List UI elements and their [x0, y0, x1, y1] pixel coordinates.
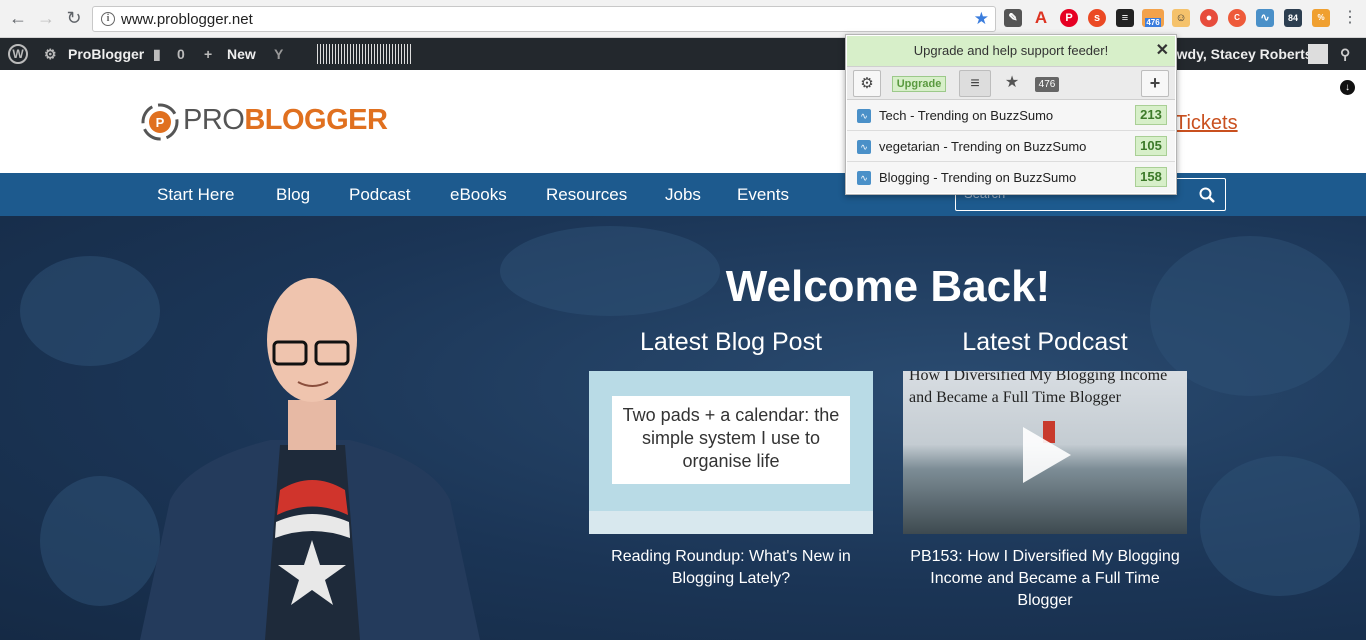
- desk-strip: [589, 511, 873, 534]
- buffer-icon[interactable]: ≡: [1116, 9, 1134, 27]
- site-logo[interactable]: PROBLOGGER: [183, 104, 388, 137]
- podcast-image-text: How I Diversified My Blogging Income and…: [909, 371, 1168, 406]
- feed-count-badge: 213: [1135, 105, 1167, 125]
- yoast-icon[interactable]: Y: [274, 46, 283, 62]
- rss-icon: ∿: [857, 171, 871, 185]
- plus-icon[interactable]: +: [204, 46, 212, 62]
- nav-blog[interactable]: Blog: [276, 185, 310, 205]
- extension-icon[interactable]: ✎: [1004, 9, 1022, 27]
- tomato-icon[interactable]: ●: [1200, 9, 1218, 27]
- latest-podcast-heading: Latest Podcast: [962, 328, 1128, 356]
- avatar[interactable]: [1308, 44, 1328, 64]
- feeder-popup: Upgrade and help support feeder! ✕ ⚙ Upg…: [845, 34, 1177, 195]
- search-icon[interactable]: [1199, 187, 1215, 203]
- address-bar[interactable]: i www.problogger.net ★: [92, 6, 996, 32]
- svg-text:P: P: [156, 115, 165, 130]
- dashboard-icon[interactable]: ⚙: [44, 46, 57, 63]
- upgrade-banner-text: Upgrade and help support feeder!: [913, 43, 1109, 58]
- list-view-icon[interactable]: ≡: [959, 70, 991, 97]
- deal-extension-icon[interactable]: %: [1312, 9, 1330, 27]
- nav-resources[interactable]: Resources: [546, 185, 627, 205]
- close-icon[interactable]: ✕: [1156, 36, 1169, 66]
- site-info-icon[interactable]: i: [101, 12, 115, 26]
- latest-blog-heading: Latest Blog Post: [639, 328, 823, 356]
- counter-extension-icon[interactable]: 84: [1284, 9, 1302, 27]
- feed-item[interactable]: ∿ Tech - Trending on BuzzSumo 213: [847, 100, 1175, 131]
- face-extension-icon[interactable]: ☺: [1172, 9, 1190, 27]
- comments-icon[interactable]: ▮: [153, 46, 161, 63]
- ext-badge: 84: [1287, 13, 1298, 23]
- latest-podcast-image[interactable]: How I Diversified My Blogging Income and…: [903, 371, 1187, 534]
- latest-podcast-caption[interactable]: PB153: How I Diversified My Blogging Inc…: [903, 546, 1187, 612]
- latest-blog-image[interactable]: Two pads + a calendar: the simple system…: [589, 371, 873, 534]
- add-feed-icon[interactable]: +: [1141, 70, 1169, 97]
- pinterest-icon[interactable]: P: [1060, 9, 1078, 27]
- problogger-logo-icon[interactable]: P: [140, 102, 180, 142]
- back-icon[interactable]: ←: [8, 8, 28, 28]
- feed-name: vegetarian - Trending on BuzzSumo: [879, 139, 1087, 154]
- forward-icon[interactable]: →: [36, 8, 56, 28]
- howdy-user-link[interactable]: Howdy, Stacey Roberts: [1158, 46, 1313, 62]
- site-name-link[interactable]: ProBlogger: [68, 46, 144, 62]
- unread-count: 476: [1034, 77, 1060, 92]
- new-content-link[interactable]: New: [227, 46, 256, 62]
- feed-item[interactable]: ∿ vegetarian - Trending on BuzzSumo 105: [847, 131, 1175, 162]
- rss-extension-icon[interactable]: ∿: [1256, 9, 1274, 27]
- wordpress-icon[interactable]: W: [8, 44, 28, 64]
- upgrade-button[interactable]: Upgrade: [891, 70, 947, 97]
- c-extension-icon[interactable]: C: [1228, 9, 1246, 27]
- stumbleupon-icon[interactable]: s: [1088, 9, 1106, 27]
- logo-pro: PRO: [183, 104, 245, 136]
- audio-waveform-icon: [317, 44, 413, 64]
- menu-icon[interactable]: ⋮: [1340, 8, 1360, 28]
- unread-counter[interactable]: 476: [1033, 70, 1061, 97]
- nav-events[interactable]: Events: [737, 185, 789, 205]
- feed-item[interactable]: ∿ Blogging - Trending on BuzzSumo 158: [847, 162, 1175, 193]
- acrobat-icon[interactable]: A: [1032, 9, 1050, 27]
- reload-icon[interactable]: ↻: [64, 8, 84, 28]
- hero-title: Welcome Back!: [725, 262, 1051, 311]
- nav-start-here[interactable]: Start Here: [157, 185, 234, 205]
- logo-blogger: BLOGGER: [244, 104, 388, 136]
- rss-icon: ∿: [857, 140, 871, 154]
- bg-crowd: [1200, 456, 1360, 596]
- host-photo: [140, 278, 480, 640]
- rss-icon: ∿: [857, 109, 871, 123]
- tickets-link[interactable]: Tickets: [1175, 112, 1238, 135]
- latest-blog-caption[interactable]: Reading Roundup: What's New in Blogging …: [589, 546, 873, 590]
- nav-ebooks[interactable]: eBooks: [450, 185, 507, 205]
- play-icon[interactable]: [1019, 425, 1075, 485]
- feed-count-badge: 105: [1135, 136, 1167, 156]
- feeder-badge: 476: [1145, 18, 1161, 27]
- favorites-star-icon[interactable]: ★: [997, 70, 1027, 97]
- upgrade-label: Upgrade: [891, 76, 947, 92]
- browser-toolbar: ← → ↻ i www.problogger.net ★ ✎ A P s ≡ 4…: [0, 0, 1366, 38]
- feed-count-badge: 158: [1135, 167, 1167, 187]
- feeder-toolbar: ⚙ Upgrade ≡ ★ 476 +: [847, 66, 1175, 100]
- nav-podcast[interactable]: Podcast: [349, 185, 410, 205]
- download-icon[interactable]: ↓: [1340, 80, 1355, 95]
- feed-name: Blogging - Trending on BuzzSumo: [879, 170, 1077, 185]
- feeder-extension-icon[interactable]: 476: [1142, 9, 1164, 27]
- nav-jobs[interactable]: Jobs: [665, 185, 701, 205]
- search-icon[interactable]: ⚲: [1340, 46, 1350, 63]
- bookmark-star-icon[interactable]: ★: [974, 9, 989, 29]
- url-text: www.problogger.net: [121, 11, 253, 28]
- blog-image-text: Two pads + a calendar: the simple system…: [612, 396, 850, 484]
- settings-gear-icon[interactable]: ⚙: [853, 70, 881, 97]
- comments-count[interactable]: 0: [177, 46, 185, 62]
- upgrade-banner[interactable]: Upgrade and help support feeder! ✕: [847, 36, 1175, 66]
- feed-name: Tech - Trending on BuzzSumo: [879, 108, 1054, 123]
